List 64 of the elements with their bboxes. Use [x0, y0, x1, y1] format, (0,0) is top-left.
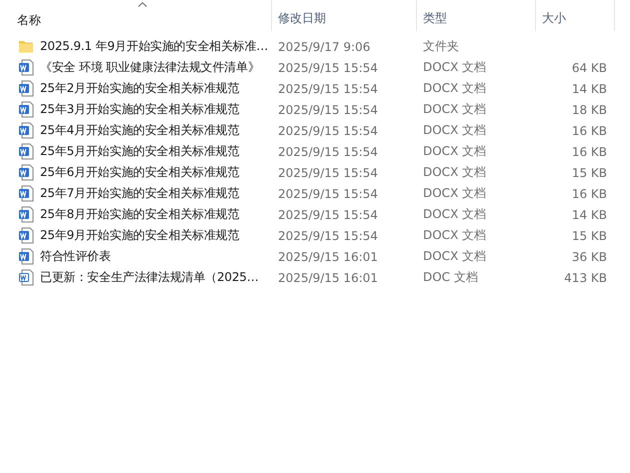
- word-document-icon: [18, 80, 34, 97]
- modified-date: 2025/9/17 9:06: [278, 40, 370, 54]
- word-document-icon: [18, 101, 34, 118]
- file-name[interactable]: 2025.9.1 年9月开始实施的安全相关标准…: [40, 38, 268, 55]
- modified-date: 2025/9/15 15:54: [278, 102, 378, 116]
- name-header[interactable]: 名称: [0, 0, 272, 31]
- word-document-icon: [18, 269, 34, 286]
- file-size: 413 KB: [564, 270, 607, 284]
- word-document-icon: [18, 227, 34, 244]
- file-type: DOCX 文档: [423, 228, 486, 242]
- size-header[interactable]: 大小: [536, 0, 615, 31]
- type-header[interactable]: 类型: [417, 0, 536, 31]
- file-type: DOC 文档: [423, 270, 478, 284]
- sort-up-icon: [138, 2, 147, 7]
- modified-date: 2025/9/15 15:54: [278, 208, 378, 222]
- word-document-icon: [18, 59, 34, 76]
- file-type: DOCX 文档: [423, 207, 486, 221]
- file-type: DOCX 文档: [423, 186, 486, 200]
- word-document-icon: [18, 122, 34, 139]
- file-size: 16 KB: [572, 186, 607, 200]
- file-size: 64 KB: [572, 60, 607, 74]
- file-name[interactable]: 25年2月开始实施的安全相关标准规范: [40, 80, 240, 97]
- word-document-icon: [18, 206, 34, 223]
- file-type: DOCX 文档: [423, 102, 486, 116]
- modified-date: 2025/9/15 15:54: [278, 60, 378, 74]
- modified-date: 2025/9/15 15:54: [278, 144, 378, 158]
- file-size: 15 KB: [572, 228, 607, 242]
- file-type: DOCX 文档: [423, 123, 486, 137]
- file-type: DOCX 文档: [423, 249, 486, 263]
- word-document-icon: [18, 248, 34, 265]
- file-name[interactable]: 已更新：安全生产法律法规清单（2025…: [40, 269, 259, 286]
- file-name[interactable]: 25年7月开始实施的安全相关标准规范: [40, 185, 240, 202]
- file-type: 文件夹: [423, 39, 459, 53]
- file-size: 16 KB: [572, 144, 607, 158]
- file-name[interactable]: 《安全 环境 职业健康法律法规文件清单》: [40, 59, 260, 76]
- modified-date: 2025/9/15 16:01: [278, 250, 378, 264]
- file-size: 14 KB: [572, 208, 607, 222]
- word-document-icon: [18, 185, 34, 202]
- word-document-icon: [18, 164, 34, 181]
- file-size: 36 KB: [572, 250, 607, 264]
- folder-icon: [18, 38, 34, 55]
- file-name[interactable]: 25年8月开始实施的安全相关标准规范: [40, 206, 240, 223]
- file-type: DOCX 文档: [423, 60, 486, 74]
- file-type: DOCX 文档: [423, 165, 486, 179]
- modified-date: 2025/9/15 15:54: [278, 82, 378, 96]
- date-header[interactable]: 修改日期: [272, 0, 417, 31]
- file-type: DOCX 文档: [423, 81, 486, 95]
- file-name[interactable]: 25年6月开始实施的安全相关标准规范: [40, 164, 240, 181]
- file-name[interactable]: 25年4月开始实施的安全相关标准规范: [40, 122, 240, 139]
- file-name[interactable]: 符合性评价表: [40, 248, 111, 265]
- file-size: 14 KB: [572, 82, 607, 96]
- file-name[interactable]: 25年5月开始实施的安全相关标准规范: [40, 143, 240, 160]
- file-name[interactable]: 25年3月开始实施的安全相关标准规范: [40, 101, 240, 118]
- modified-date: 2025/9/15 15:54: [278, 124, 378, 138]
- file-name[interactable]: 25年9月开始实施的安全相关标准规范: [40, 227, 240, 244]
- modified-date: 2025/9/15 15:54: [278, 228, 378, 242]
- word-document-icon: [18, 143, 34, 160]
- file-size: 18 KB: [572, 102, 607, 116]
- modified-date: 2025/9/15 16:01: [278, 270, 378, 284]
- modified-date: 2025/9/15 15:54: [278, 186, 378, 200]
- modified-date: 2025/9/15 15:54: [278, 166, 378, 180]
- file-size: 15 KB: [572, 166, 607, 180]
- file-size: 16 KB: [572, 124, 607, 138]
- file-type: DOCX 文档: [423, 144, 486, 158]
